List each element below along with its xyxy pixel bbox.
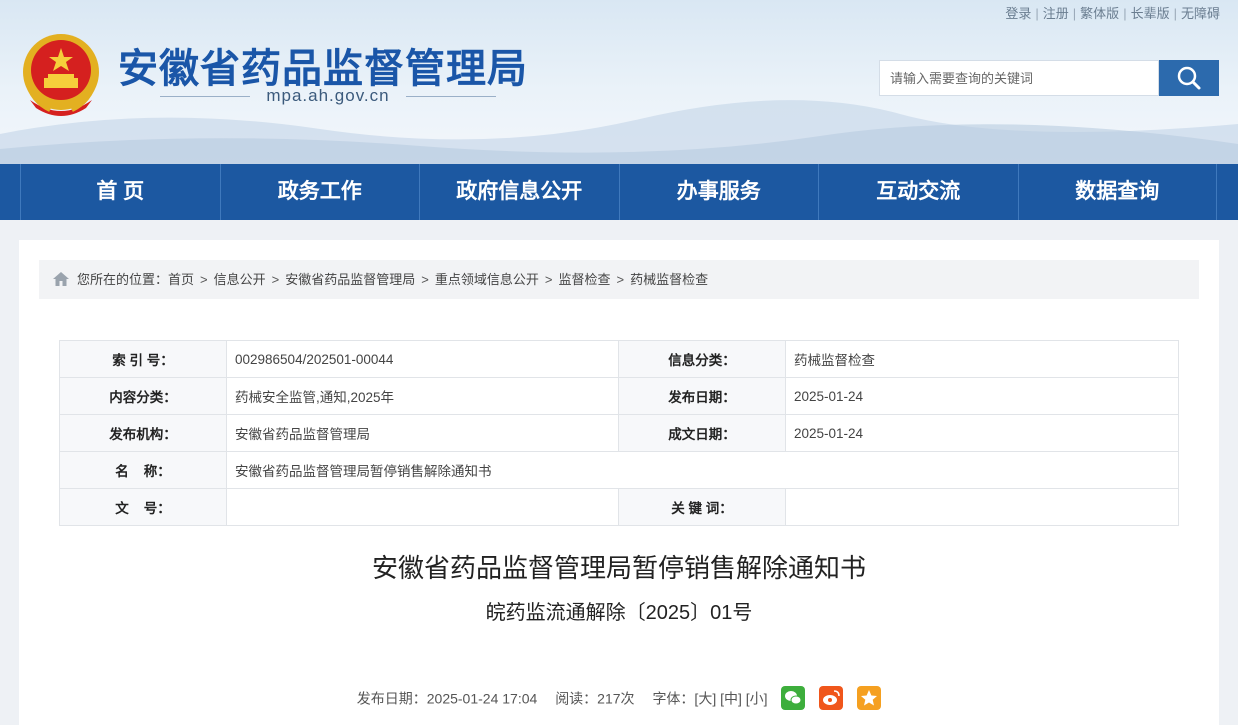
table-row: 内容分类： 药械安全监管,通知,2025年 发布日期： 2025-01-24 [59, 377, 1179, 415]
breadcrumb: 您所在的位置：首页 > 信息公开 > 安徽省药品监督管理局 > 重点领域信息公开 > 监督检查 >… [39, 260, 1199, 299]
created-date-label: 成文日期： [618, 414, 786, 452]
table-row: 文 号： 关 键 词： [59, 488, 1179, 526]
nav-item-services[interactable]: 办事服务 [618, 164, 819, 220]
keywords-label: 关 键 词： [618, 488, 786, 526]
main-nav: 首 页 政务工作 政府信息公开 办事服务 互动交流 数据查询 [0, 164, 1238, 220]
search-input[interactable] [879, 60, 1159, 96]
name-label: 名 称： [59, 451, 227, 489]
keywords-value [785, 488, 1179, 526]
traditional-chinese-link[interactable]: 繁体版 [1080, 6, 1119, 21]
table-row: 发布机构： 安徽省药品监督管理局 成文日期： 2025-01-24 [59, 414, 1179, 452]
category-value: 药械监督检查 [785, 340, 1179, 378]
article-info-bar: 发布日期：2025-01-24 17:04 阅读：217次 字体：[大] [中]… [19, 686, 1219, 712]
top-links: 登录 | 注册 | 繁体版 | 长辈版 | 无障碍 [1005, 6, 1220, 21]
article-doc-number: 皖药监流通解除〔2025〕01号 [485, 602, 753, 624]
site-domain: mpa.ah.gov.cn [118, 86, 538, 106]
nav-item-info-disclosure[interactable]: 政府信息公开 [419, 164, 619, 220]
docno-value [226, 488, 619, 526]
breadcrumb-prefix: 您所在的位置： [77, 272, 169, 287]
content-value: 药械安全监管,通知,2025年 [226, 377, 619, 415]
category-label: 信息分类： [618, 340, 786, 378]
nav-item-interaction[interactable]: 互动交流 [818, 164, 1018, 220]
pubdate-label: 发布日期： [618, 377, 786, 415]
nav-item-data-query[interactable]: 数据查询 [1017, 164, 1217, 220]
wechat-share-icon[interactable] [781, 686, 806, 710]
article-title: 安徽省药品监督管理局暂停销售解除通知书 [371, 553, 866, 583]
login-link[interactable]: 登录 [1005, 6, 1031, 21]
breadcrumb-item-home[interactable]: 首页 [168, 272, 194, 287]
table-row: 索 引 号： 002986504/202501-00044 信息分类： 药械监督… [59, 340, 1179, 378]
breadcrumb-item-bureau[interactable]: 安徽省药品监督管理局 [285, 272, 415, 287]
search-icon [1177, 66, 1201, 90]
created-date-value: 2025-01-24 [785, 414, 1179, 452]
pubdate-value: 2025-01-24 [785, 377, 1179, 415]
content-card: 您所在的位置：首页 > 信息公开 > 安徽省药品监督管理局 > 重点领域信息公开 > 监督检查 >… [19, 240, 1219, 725]
docno-label: 文 号： [59, 488, 227, 526]
name-value: 安徽省药品监督管理局暂停销售解除通知书 [226, 451, 1179, 489]
favorite-share-icon[interactable] [857, 686, 882, 710]
national-emblem-icon [23, 34, 99, 116]
breadcrumb-item-drug-inspection[interactable]: 药械监督检查 [630, 272, 708, 287]
org-label: 发布机构： [59, 414, 227, 452]
search-button[interactable] [1159, 60, 1219, 96]
breadcrumb-item-inspection[interactable]: 监督检查 [558, 272, 610, 287]
org-value: 安徽省药品监督管理局 [226, 414, 619, 452]
index-value: 002986504/202501-00044 [226, 340, 619, 378]
home-icon [53, 272, 69, 286]
nav-item-government-work[interactable]: 政务工作 [219, 164, 420, 220]
breadcrumb-item-key-areas[interactable]: 重点领域信息公开 [435, 272, 539, 287]
article-reads: 阅读：217次 [555, 690, 635, 707]
content-label: 内容分类： [59, 377, 227, 415]
site-header: 登录 | 注册 | 繁体版 | 长辈版 | 无障碍 安徽省药品监督管理局 mpa.ah.gov.… [0, 0, 1238, 164]
register-link[interactable]: 注册 [1043, 6, 1069, 21]
font-size-controls[interactable]: 字体：[大] [中] [小] [652, 691, 767, 707]
document-meta-table: 索 引 号： 002986504/202501-00044 信息分类： 药械监督… [59, 340, 1179, 526]
weibo-share-icon[interactable] [819, 686, 844, 710]
elder-version-link[interactable]: 长辈版 [1131, 6, 1170, 21]
nav-item-home[interactable]: 首 页 [20, 164, 220, 220]
index-label: 索 引 号： [59, 340, 227, 378]
article-pub-info: 发布日期：2025-01-24 17:04 [356, 690, 538, 707]
breadcrumb-item-info[interactable]: 信息公开 [214, 272, 266, 287]
accessibility-link[interactable]: 无障碍 [1181, 6, 1220, 21]
table-row: 名 称： 安徽省药品监督管理局暂停销售解除通知书 [59, 451, 1179, 489]
search-box [879, 60, 1219, 96]
